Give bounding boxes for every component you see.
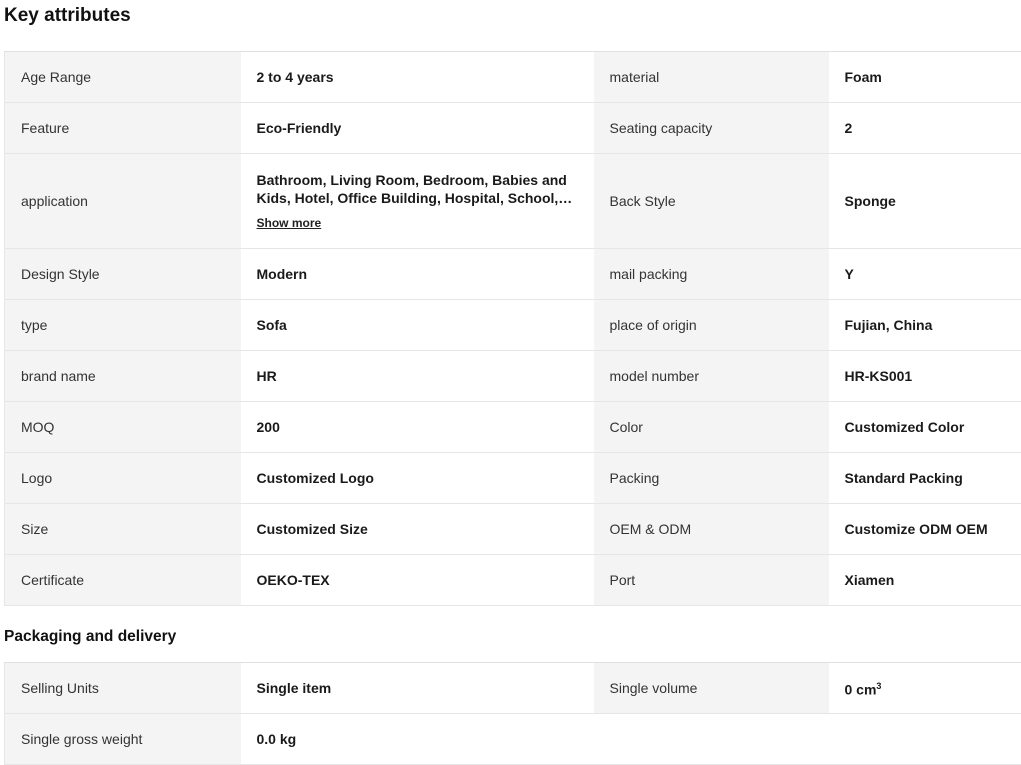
attribute-value: OEKO-TEX <box>241 555 594 606</box>
attribute-row: Feature Eco-Friendly Seating capacity 2 <box>5 103 1021 154</box>
key-attributes-table: Age Range 2 to 4 years material Foam Fea… <box>4 51 1021 606</box>
attribute-value: Customized Logo <box>241 453 594 504</box>
attribute-value: Modern <box>241 249 594 300</box>
attribute-row: brand name HR model number HR-KS001 <box>5 351 1021 402</box>
key-attributes-title: Key attributes <box>4 5 131 27</box>
attribute-label: Color <box>594 402 829 453</box>
attribute-value: Customize ODM OEM <box>829 504 1021 555</box>
attribute-value: Eco-Friendly <box>241 103 594 154</box>
attribute-value: Customized Color <box>829 402 1021 453</box>
attribute-value: Foam <box>829 52 1021 103</box>
attribute-value-cell: Bathroom, Living Room, Bedroom, Babies a… <box>241 154 594 249</box>
attribute-value-cell: 0 cm3 <box>829 663 1021 714</box>
empty-cell <box>594 714 829 765</box>
attribute-label: Age Range <box>5 52 241 103</box>
attribute-label: Certificate <box>5 555 241 606</box>
empty-cell <box>829 714 1021 765</box>
show-more-link[interactable]: Show more <box>257 214 322 232</box>
attribute-label: model number <box>594 351 829 402</box>
attribute-row: Certificate OEKO-TEX Port Xiamen <box>5 555 1021 606</box>
attribute-value: Xiamen <box>829 555 1021 606</box>
attribute-label: Seating capacity <box>594 103 829 154</box>
attribute-label: material <box>594 52 829 103</box>
attribute-label: application <box>5 154 241 249</box>
attribute-label: place of origin <box>594 300 829 351</box>
attribute-label: Logo <box>5 453 241 504</box>
attribute-value: 200 <box>241 402 594 453</box>
attribute-value: 0.0 kg <box>241 714 594 765</box>
attribute-value: 2 to 4 years <box>241 52 594 103</box>
attribute-value: Fujian, China <box>829 300 1021 351</box>
attribute-row: MOQ 200 Color Customized Color <box>5 402 1021 453</box>
attribute-value: HR <box>241 351 594 402</box>
application-value: Bathroom, Living Room, Bedroom, Babies a… <box>257 171 578 207</box>
attribute-value: Standard Packing <box>829 453 1021 504</box>
single-volume-value: 0 cm <box>845 682 877 698</box>
attribute-value: Customized Size <box>241 504 594 555</box>
attribute-row: Size Customized Size OEM & ODM Customize… <box>5 504 1021 555</box>
attribute-value: HR-KS001 <box>829 351 1021 402</box>
attribute-label: Single volume <box>594 663 829 714</box>
attribute-value: Sponge <box>829 154 1021 249</box>
attribute-row: type Sofa place of origin Fujian, China <box>5 300 1021 351</box>
attribute-label: Single gross weight <box>5 714 241 765</box>
attribute-label: Design Style <box>5 249 241 300</box>
attribute-label: type <box>5 300 241 351</box>
attribute-value: Sofa <box>241 300 594 351</box>
packaging-table: Selling Units Single item Single volume … <box>4 662 1021 765</box>
attribute-label: Packing <box>594 453 829 504</box>
attribute-row: application Bathroom, Living Room, Bedro… <box>5 154 1021 249</box>
packaging-row: Selling Units Single item Single volume … <box>5 663 1021 714</box>
attribute-value: 2 <box>829 103 1021 154</box>
attribute-row: Logo Customized Logo Packing Standard Pa… <box>5 453 1021 504</box>
attribute-label: Selling Units <box>5 663 241 714</box>
attribute-value: Y <box>829 249 1021 300</box>
attribute-value: Single item <box>241 663 594 714</box>
attribute-label: MOQ <box>5 402 241 453</box>
packaging-delivery-title: Packaging and delivery <box>4 628 176 646</box>
attribute-label: Size <box>5 504 241 555</box>
attribute-label: Back Style <box>594 154 829 249</box>
attribute-label: Feature <box>5 103 241 154</box>
attribute-label: brand name <box>5 351 241 402</box>
attribute-row: Age Range 2 to 4 years material Foam <box>5 52 1021 103</box>
packaging-row: Single gross weight 0.0 kg <box>5 714 1021 765</box>
attribute-label: mail packing <box>594 249 829 300</box>
volume-unit-superscript: 3 <box>876 681 881 691</box>
attribute-label: Port <box>594 555 829 606</box>
attribute-row: Design Style Modern mail packing Y <box>5 249 1021 300</box>
attribute-label: OEM & ODM <box>594 504 829 555</box>
